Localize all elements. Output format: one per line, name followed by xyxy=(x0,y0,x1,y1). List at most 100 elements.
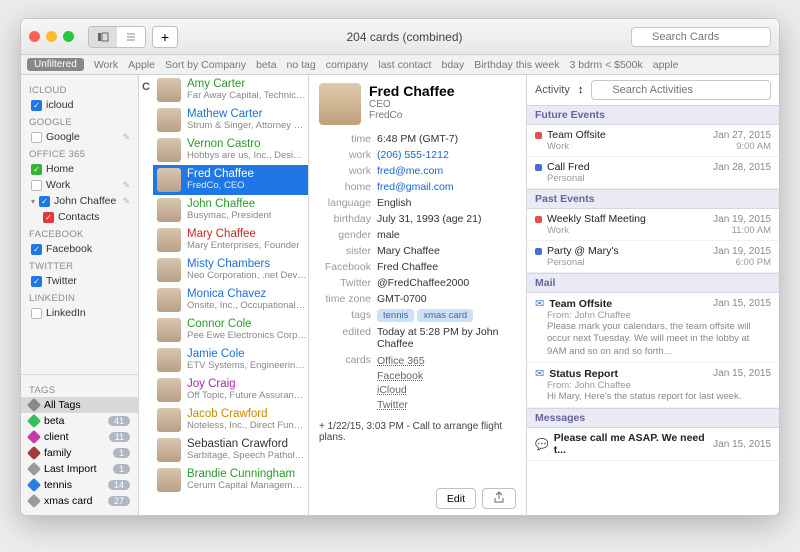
filter-sort-by-company[interactable]: Sort by Company xyxy=(165,59,246,71)
checkbox-icon[interactable]: ✓ xyxy=(31,244,42,255)
sidebar-item-icloud[interactable]: ✓icloud xyxy=(21,97,138,113)
checkbox-icon[interactable]: ✓ xyxy=(31,164,42,175)
contact-subtitle: FredCo, CEO xyxy=(187,181,254,191)
tag-chip[interactable]: xmas card xyxy=(417,309,473,322)
sidebar-item-facebook[interactable]: ✓ Facebook xyxy=(21,241,138,257)
contact-row[interactable]: Monica ChavezOnsite, Inc., Occupational … xyxy=(153,285,308,315)
filter-apple[interactable]: Apple xyxy=(128,59,155,71)
search-cards-input[interactable] xyxy=(631,27,771,47)
detail-value[interactable]: (206) 555-1212 xyxy=(377,149,449,161)
sidebar-item-label: Home xyxy=(46,163,74,175)
card-link[interactable]: iCloud xyxy=(377,383,425,398)
contact-row[interactable]: Connor ColePee Ewe Electronics Corporati… xyxy=(153,315,308,345)
checkbox-icon[interactable] xyxy=(31,180,42,191)
tag-tennis[interactable]: tennis14 xyxy=(21,477,138,493)
filter-company[interactable]: company xyxy=(326,59,369,71)
detail-row: sisterMary Chaffee xyxy=(319,243,516,259)
card-link[interactable]: Office 365 xyxy=(377,354,425,369)
contact-name: Vernon Castro xyxy=(187,138,307,151)
filter-unfiltered[interactable]: Unfiltered xyxy=(27,58,84,71)
contact-row[interactable]: Sebastian CrawfordSarbitage, Speech Path… xyxy=(153,435,308,465)
close-window-button[interactable] xyxy=(29,31,40,42)
edit-icon[interactable]: ✎ xyxy=(122,196,130,207)
contact-row[interactable]: Amy CarterFar Away Capital, Technician xyxy=(153,75,308,105)
sidebar-item-google[interactable]: Google ✎ xyxy=(21,129,138,145)
sidebar-item-home[interactable]: ✓ Home xyxy=(21,161,138,177)
activity-item[interactable]: Party @ Mary'sJan 19, 2015Personal6:00 P… xyxy=(527,241,779,273)
sidebar-view-button[interactable] xyxy=(89,27,117,47)
contact-name: Connor Cole xyxy=(187,318,307,331)
contact-subtitle: Onsite, Inc., Occupational Ther... xyxy=(187,301,307,311)
contact-row[interactable]: Jamie ColeETV Systems, Engineering Ma... xyxy=(153,345,308,375)
sidebar-item-john-chaffee[interactable]: ▾✓John Chaffee✎ xyxy=(21,193,138,209)
activity-label[interactable]: Activity xyxy=(535,84,570,96)
activity-sort-icon[interactable]: ↕ xyxy=(578,84,584,96)
titlebar: + 204 cards (combined) xyxy=(21,19,779,55)
edit-button[interactable]: Edit xyxy=(436,488,476,509)
contact-row[interactable]: Brandie CunninghamCerum Capital Manageme… xyxy=(153,465,308,495)
list-view-button[interactable] xyxy=(117,27,145,47)
filter-bday[interactable]: bday xyxy=(441,59,464,71)
tag-last-import[interactable]: Last Import1 xyxy=(21,461,138,477)
sidebar-item-contacts[interactable]: ✓Contacts xyxy=(21,209,138,225)
contact-row[interactable]: Joy CraigOff Topic, Future Assurance Age… xyxy=(153,375,308,405)
activity-panel: Activity ↕ Future EventsTeam OffsiteJan … xyxy=(527,75,779,515)
detail-value[interactable]: fred@gmail.com xyxy=(377,181,454,193)
activity-item[interactable]: Team OffsiteJan 27, 2015Work9:00 AM xyxy=(527,125,779,157)
tag-xmas-card[interactable]: xmas card27 xyxy=(21,493,138,509)
activity-item[interactable]: ✉Team OffsiteJan 15, 2015From: John Chaf… xyxy=(527,293,779,363)
detail-label: Facebook xyxy=(319,261,371,273)
filter-work[interactable]: Work xyxy=(94,59,118,71)
filter-birthday-this-week[interactable]: Birthday this week xyxy=(474,59,559,71)
sidebar-item-twitter[interactable]: ✓Twitter xyxy=(21,273,138,289)
contact-row[interactable]: Jacob CrawfordNoteless, Inc., Direct Fun… xyxy=(153,405,308,435)
zoom-window-button[interactable] xyxy=(63,31,74,42)
checkbox-icon[interactable]: ✓ xyxy=(39,196,50,207)
sidebar-item-label: Google xyxy=(46,131,80,143)
edit-icon[interactable]: ✎ xyxy=(122,180,130,191)
contact-row[interactable]: Fred ChaffeeFredCo, CEO xyxy=(153,165,308,195)
tag-family[interactable]: family1 xyxy=(21,445,138,461)
detail-value[interactable]: fred@me.com xyxy=(377,165,443,177)
contact-row[interactable]: Mary ChaffeeMary Enterprises, Founder xyxy=(153,225,308,255)
checkbox-icon[interactable]: ✓ xyxy=(43,212,54,223)
checkbox-icon[interactable]: ✓ xyxy=(31,276,42,287)
contact-row[interactable]: Misty ChambersNeo Corporation, .net Deve… xyxy=(153,255,308,285)
activity-item[interactable]: 💬Please call me ASAP. We need t...Jan 15… xyxy=(527,428,779,461)
tag-beta[interactable]: beta41 xyxy=(21,413,138,429)
add-card-button[interactable]: + xyxy=(152,26,178,48)
contact-subtitle: ETV Systems, Engineering Ma... xyxy=(187,361,307,371)
checkbox-icon[interactable]: ✓ xyxy=(31,100,42,111)
tag-client[interactable]: client11 xyxy=(21,429,138,445)
contact-row[interactable]: John ChaffeeBusymac, President xyxy=(153,195,308,225)
sidebar-item-work[interactable]: Work✎ xyxy=(21,177,138,193)
filter-beta[interactable]: beta xyxy=(256,59,276,71)
contact-row[interactable]: Mathew CarterStrum & Singer, Attorney at… xyxy=(153,105,308,135)
filter-3-bdrm-500k[interactable]: 3 bdrm < $500k xyxy=(569,59,642,71)
activity-item[interactable]: ✉Status ReportJan 15, 2015From: John Cha… xyxy=(527,363,779,408)
tag-chip[interactable]: tennis xyxy=(377,309,414,322)
activity-item[interactable]: Weekly Staff MeetingJan 19, 2015Work11:0… xyxy=(527,209,779,241)
share-button[interactable] xyxy=(482,488,516,509)
sidebar-item-linkedin[interactable]: LinkedIn xyxy=(21,305,138,321)
search-activities-input[interactable] xyxy=(591,80,771,100)
activity-item[interactable]: Call FredJan 28, 2015Personal xyxy=(527,157,779,189)
tag-all-tags[interactable]: All Tags xyxy=(21,397,138,413)
sidebar-item-label: Facebook xyxy=(46,243,92,255)
detail-company: FredCo xyxy=(369,110,455,121)
activity-date: Jan 27, 2015 xyxy=(713,130,771,141)
minimize-window-button[interactable] xyxy=(46,31,57,42)
contact-list[interactable]: C Amy CarterFar Away Capital, Technician… xyxy=(139,75,309,515)
contact-name: Jamie Cole xyxy=(187,348,307,361)
card-link[interactable]: Twitter xyxy=(377,398,425,413)
filter-no-tag[interactable]: no tag xyxy=(287,59,316,71)
card-link[interactable]: Facebook xyxy=(377,369,425,384)
checkbox-icon[interactable] xyxy=(31,308,42,319)
contact-row[interactable]: Vernon CastroHobbys are us, Inc., Design… xyxy=(153,135,308,165)
activity-sub: Personal xyxy=(547,173,771,184)
detail-value: 6:48 PM (GMT-7) xyxy=(377,133,458,145)
checkbox-icon[interactable] xyxy=(31,132,42,143)
filter-apple[interactable]: apple xyxy=(653,59,679,71)
edit-icon[interactable]: ✎ xyxy=(122,132,130,143)
filter-last-contact[interactable]: last contact xyxy=(378,59,431,71)
